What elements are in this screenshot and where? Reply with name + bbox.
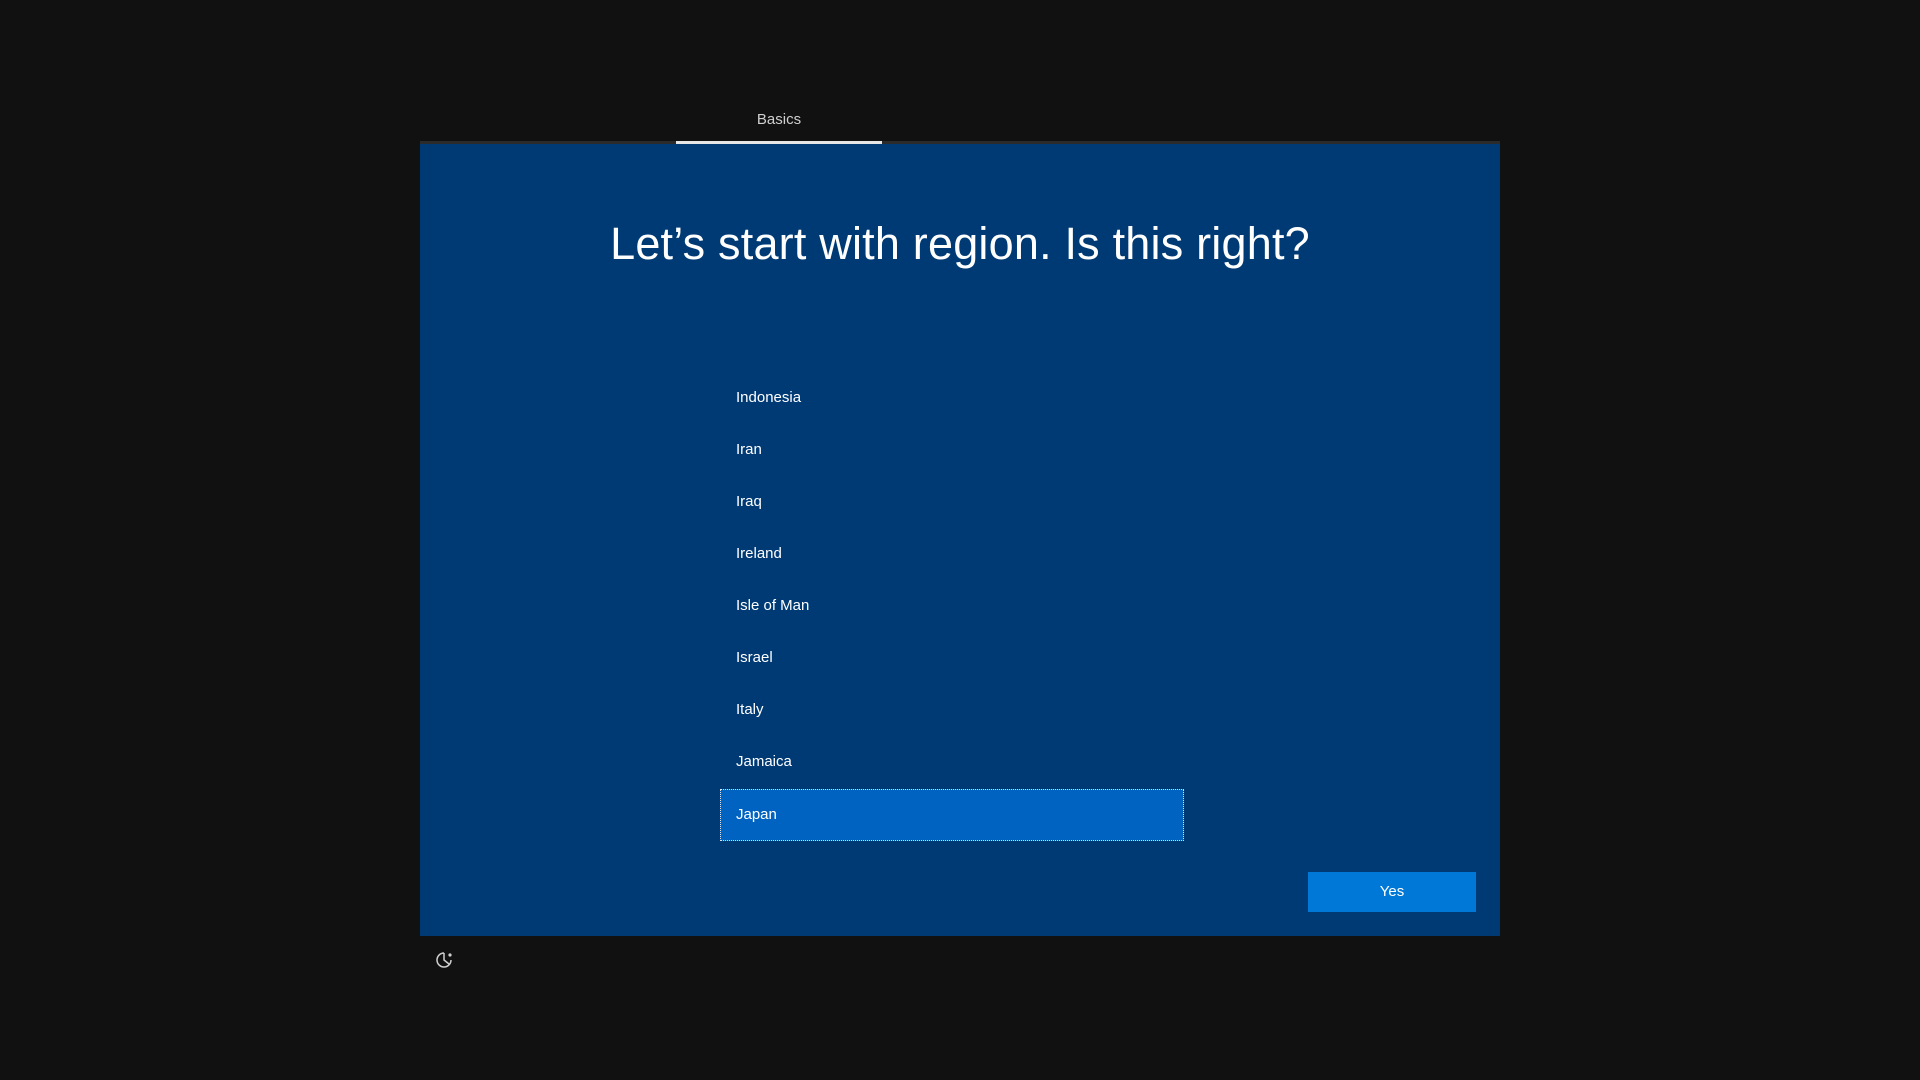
setup-panel: Let’s start with region. Is this right? … (420, 144, 1500, 936)
region-list[interactable]: Indonesia Iran Iraq Ireland Isle of Man … (720, 372, 1200, 843)
list-item-israel[interactable]: Israel (720, 632, 1184, 684)
oobe-screen: Basics Let’s start with region. Is this … (0, 0, 1920, 1080)
list-item-isle-of-man[interactable]: Isle of Man (720, 580, 1184, 632)
tab-basics[interactable]: Basics (676, 104, 882, 144)
list-item-iran[interactable]: Iran (720, 424, 1184, 476)
list-item-jamaica[interactable]: Jamaica (720, 736, 1184, 788)
ease-of-access-icon[interactable] (434, 950, 454, 970)
list-item-indonesia[interactable]: Indonesia (720, 372, 1184, 424)
list-item-iraq[interactable]: Iraq (720, 476, 1184, 528)
page-title: Let’s start with region. Is this right? (610, 218, 1310, 269)
yes-button[interactable]: Yes (1308, 872, 1476, 912)
list-item-japan-selected[interactable]: Japan (720, 789, 1184, 841)
list-item-italy[interactable]: Italy (720, 684, 1184, 736)
list-item-ireland[interactable]: Ireland (720, 528, 1184, 580)
